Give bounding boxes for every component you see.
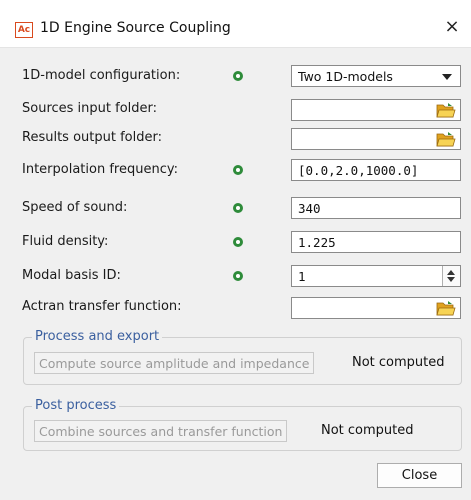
interp-freq-help-icon[interactable]: [232, 164, 244, 176]
spin-buttons[interactable]: [442, 266, 460, 286]
close-button[interactable]: Close: [377, 463, 462, 488]
post-process-group: Post process Combine sources and transfe…: [23, 398, 462, 451]
window-close-button[interactable]: ×: [441, 16, 463, 38]
modal-basis-label: Modal basis ID:: [22, 268, 121, 283]
interp-freq-input[interactable]: [0.0,2.0,1000.0]: [291, 159, 461, 181]
model-config-value: Two 1D-models: [298, 69, 393, 84]
speed-sound-input[interactable]: 340: [291, 197, 461, 219]
fluid-density-label: Fluid density:: [22, 234, 109, 249]
compute-source-button[interactable]: Compute source amplitude and impedance: [34, 352, 315, 374]
interp-freq-value: [0.0,2.0,1000.0]: [298, 163, 419, 178]
spin-down-icon[interactable]: [447, 277, 455, 282]
chevron-down-icon: [442, 74, 452, 80]
modal-basis-spinbox[interactable]: 1: [291, 265, 461, 287]
results-folder-label: Results output folder:: [22, 130, 162, 145]
fluid-density-input[interactable]: 1.225: [291, 231, 461, 253]
interp-freq-label: Interpolation frequency:: [22, 162, 178, 177]
speed-sound-label: Speed of sound:: [22, 200, 128, 215]
speed-sound-value: 340: [298, 201, 321, 216]
folder-open-icon[interactable]: [436, 131, 456, 148]
speed-sound-help-icon[interactable]: [232, 202, 244, 214]
model-config-help-icon[interactable]: [232, 70, 244, 82]
fluid-density-value: 1.225: [298, 235, 336, 250]
model-config-label: 1D-model configuration:: [22, 68, 181, 83]
sources-folder-input[interactable]: [291, 99, 461, 121]
modal-basis-value: 1: [298, 269, 306, 284]
post-process-status: Not computed: [321, 423, 414, 438]
transfer-fn-label: Actran transfer function:: [22, 299, 182, 314]
window-title: 1D Engine Source Coupling: [40, 20, 231, 36]
actran-app-icon: Ac: [15, 22, 33, 38]
spin-up-icon[interactable]: [447, 270, 455, 275]
process-export-status: Not computed: [352, 355, 445, 370]
sources-folder-label: Sources input folder:: [22, 101, 158, 116]
process-export-group: Process and export Compute source amplit…: [23, 329, 462, 385]
fluid-density-help-icon[interactable]: [232, 236, 244, 248]
folder-open-icon[interactable]: [436, 102, 456, 119]
results-folder-input[interactable]: [291, 128, 461, 150]
process-export-title: Process and export: [32, 329, 163, 344]
modal-basis-help-icon[interactable]: [232, 270, 244, 282]
model-config-select[interactable]: Two 1D-models: [291, 65, 461, 87]
post-process-title: Post process: [32, 398, 120, 413]
title-bar: Ac 1D Engine Source Coupling ×: [0, 0, 471, 48]
combine-sources-button[interactable]: Combine sources and transfer function: [34, 420, 288, 442]
folder-open-icon[interactable]: [436, 300, 456, 317]
transfer-fn-input[interactable]: [291, 297, 461, 319]
